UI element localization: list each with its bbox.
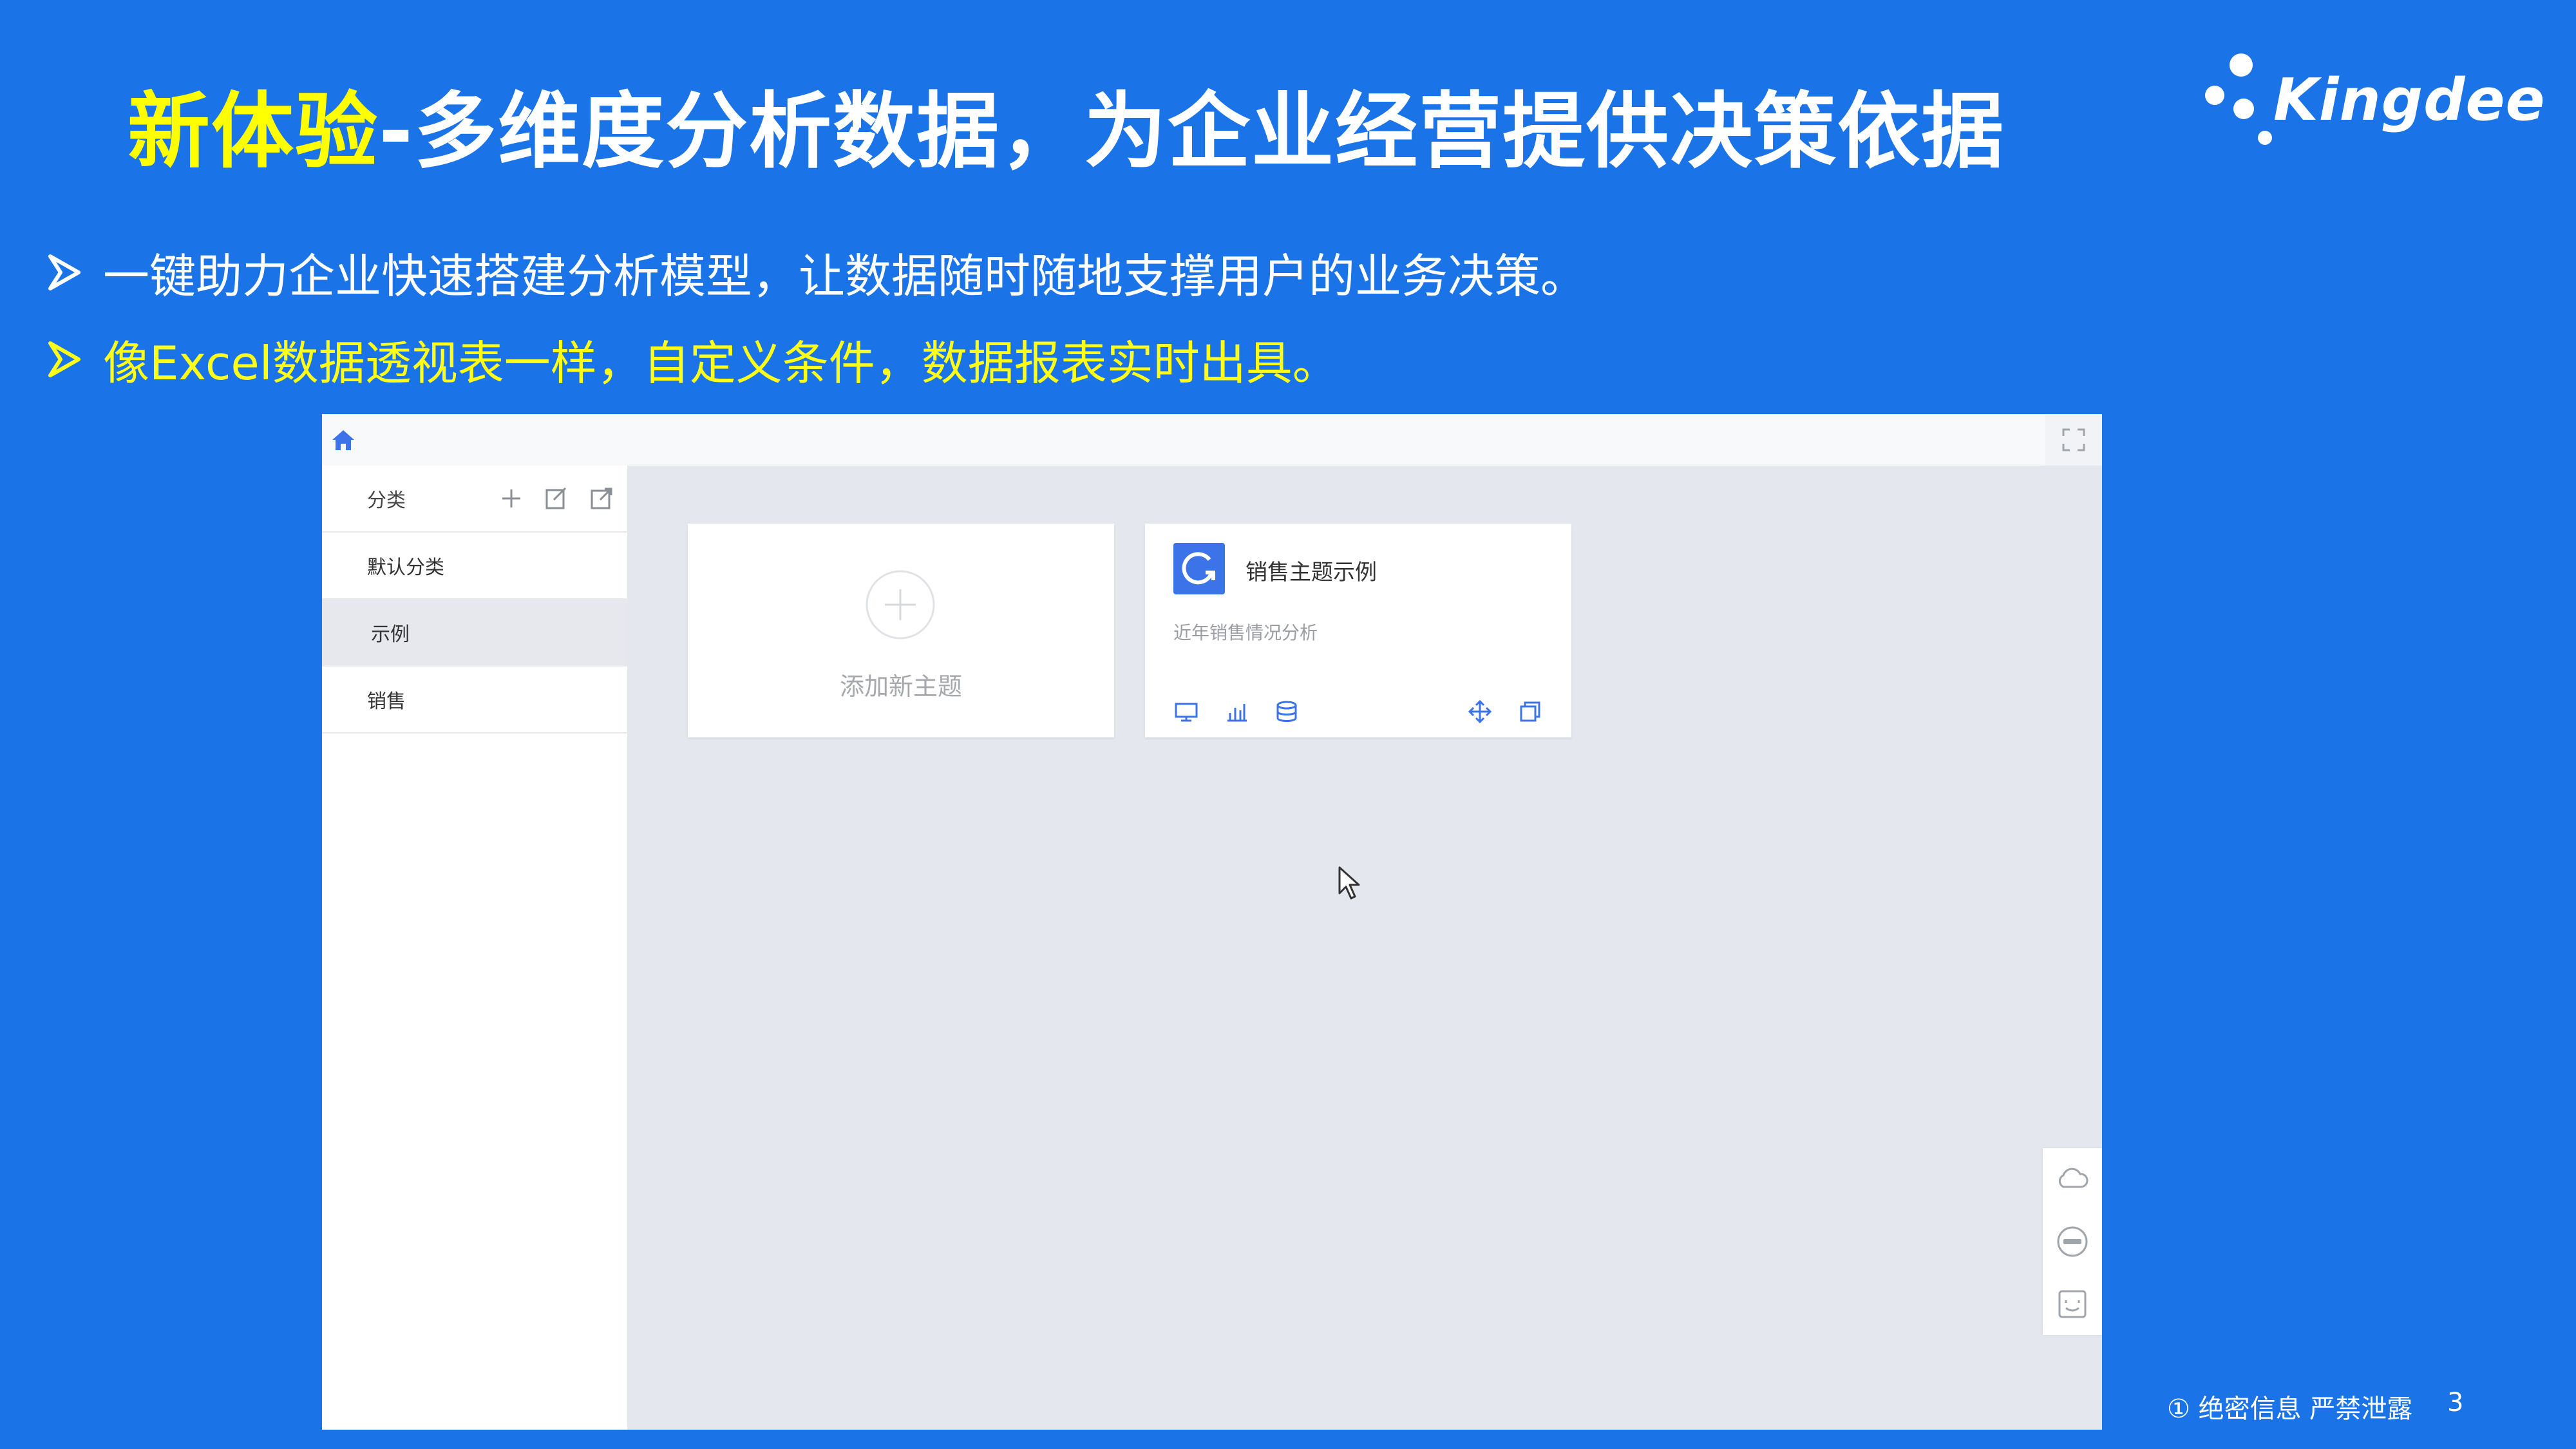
topic-card[interactable]: 销售主题示例 近年销售情况分析 [1145,524,1571,737]
logo-dot [2205,86,2224,105]
add-topic-card[interactable]: 添加新主题 [688,524,1114,737]
sidebar: 分类 默认分类 示例 销售 [322,466,627,1430]
arrow-bullet-icon [48,254,80,290]
add-topic-label: 添加新主题 [839,672,962,701]
logo-dot [2230,53,2253,77]
topic-title: 销售主题示例 [1245,560,1377,585]
sidebar-item-label: 默认分类 [367,556,444,579]
app-window: 分类 默认分类 示例 销售 添加新主题 销售主题示例 近年销售情况分析 [322,414,2102,1430]
bullet-text: 像Excel数据透视表一样，自定义条件，数据报表实时出具。 [103,336,1339,390]
top-bar [322,414,2102,466]
bullet-text: 一键助力企业快速搭建分析模型，让数据随时随地支撑用户的业务决策。 [103,249,1587,303]
bullet-item: 像Excel数据透视表一样，自定义条件，数据报表实时出具。 [45,325,1339,393]
sidebar-item-default[interactable]: 默认分类 [322,533,627,600]
add-circle-icon [866,570,935,639]
title-rest: -多维度分析数据，为企业经营提供决策依据 [379,84,2005,180]
feedback-icon[interactable] [2054,1286,2090,1322]
export-icon[interactable] [589,486,614,511]
sidebar-header: 分类 [322,466,627,533]
sidebar-item-example[interactable]: 示例 [322,600,627,667]
logo-text: Kingdee [2273,66,2546,134]
copy-icon[interactable] [1517,699,1543,724]
sidebar-item-label: 示例 [371,623,410,646]
logo-dot [2233,99,2254,119]
monitor-icon[interactable] [1173,699,1199,724]
kingdee-logo: Kingdee [2202,48,2545,158]
topic-description: 近年销售情况分析 [1173,622,1318,643]
sidebar-item-label: 销售 [367,690,406,713]
title-highlight: 新体验 [128,84,379,180]
slide-title: 新体验-多维度分析数据，为企业经营提供决策依据 [128,64,2005,184]
fullscreen-icon[interactable] [2045,414,2102,466]
arrow-bullet-icon [48,341,80,377]
page-number: 3 [2447,1388,2464,1417]
sidebar-item-sales[interactable]: 销售 [322,667,627,734]
sidebar-header-label: 分类 [367,489,406,512]
minus-circle-icon[interactable] [2054,1224,2090,1260]
edit-icon[interactable] [544,486,569,511]
cloud-icon[interactable] [2054,1161,2090,1197]
database-icon[interactable] [1274,699,1300,724]
refresh-icon [1173,543,1225,594]
bullet-item: 一键助力企业快速搭建分析模型，让数据随时随地支撑用户的业务决策。 [45,238,1587,306]
add-icon[interactable] [498,486,524,511]
confidential-note: ① 绝密信息 严禁泄露 [2167,1394,2413,1424]
bar-chart-icon[interactable] [1224,699,1249,724]
logo-dot [2258,131,2272,145]
cursor-icon [1338,866,1360,900]
move-icon[interactable] [1467,699,1493,724]
floating-toolbar [2043,1148,2102,1335]
home-icon[interactable] [330,427,357,454]
